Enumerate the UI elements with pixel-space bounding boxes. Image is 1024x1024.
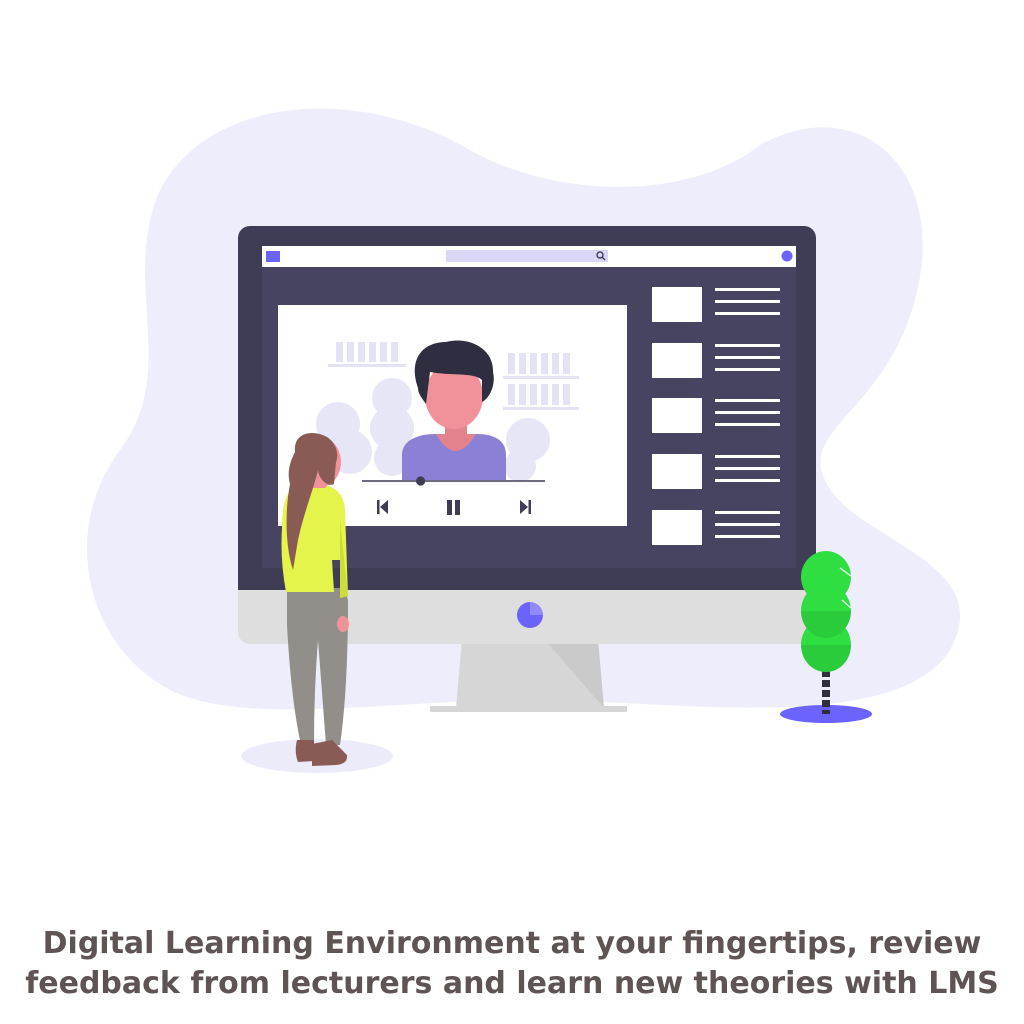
progress-knob[interactable]	[416, 476, 426, 486]
search-input[interactable]	[446, 250, 608, 262]
caption: Digital Learning Environment at your fin…	[12, 924, 1012, 1004]
lms-illustration	[87, 108, 961, 773]
caption-line-1: Digital Learning Environment at your fin…	[42, 926, 982, 961]
browser-bar	[262, 246, 796, 267]
profile-icon[interactable]	[781, 250, 793, 262]
caption-line-2: feedback from lecturers and learn new th…	[25, 966, 999, 1001]
menu-icon[interactable]	[266, 251, 280, 262]
